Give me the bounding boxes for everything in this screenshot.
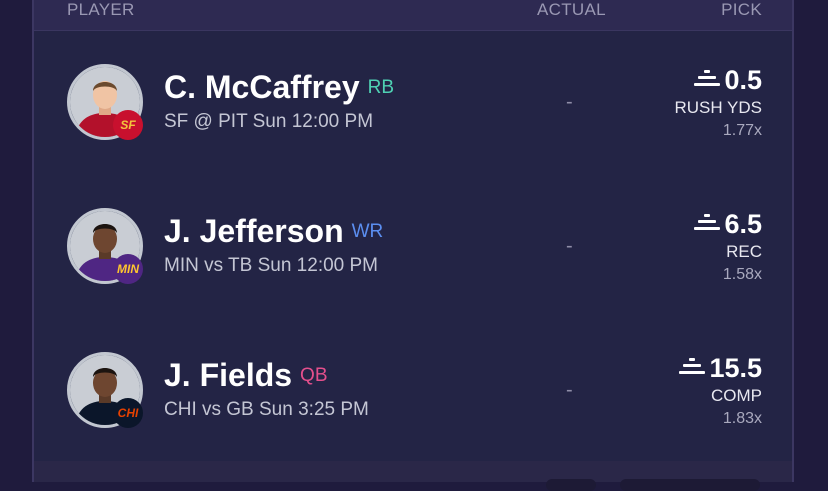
pick-card: PLAYER ACTUAL PICK SF C. McCaffrey RB SF… [32,0,794,491]
pick-column-header: PICK [721,0,762,19]
player-column-header: PLAYER [67,0,135,19]
game-info: MIN vs TB Sun 12:00 PM [164,255,379,276]
player-row[interactable]: SF C. McCaffrey RB SF @ PIT Sun 12:00 PM … [34,31,792,175]
player-row[interactable]: MIN J. Jefferson WR MIN vs TB Sun 12:00 P… [34,175,792,319]
game-info: SF @ PIT Sun 12:00 PM [164,111,374,132]
pick-line-value: 0.5 [724,65,762,95]
footer-control[interactable] [546,479,596,491]
pick-info: 15.5 COMP 1.83x [679,353,762,431]
table-header: PLAYER ACTUAL PICK [34,0,792,31]
equal-line-icon [694,208,721,238]
payout-multiplier: 1.77x [722,121,762,139]
player-name-line: C. McCaffrey RB [164,69,394,106]
pick-line-value: 15.5 [709,353,762,383]
team-logo-badge: CHI [113,398,143,428]
player-avatar: CHI [67,352,147,432]
actual-value: - [566,91,573,113]
player-name: J. Jefferson [164,213,344,249]
stat-type: REC [726,241,762,261]
equal-line-icon [679,352,706,382]
pick-line-value: 6.5 [724,209,762,239]
player-avatar: MIN [67,208,147,288]
position-badge: QB [300,365,328,386]
card-footer [34,461,792,491]
player-name: J. Fields [164,357,293,393]
player-name: C. McCaffrey [164,69,360,105]
footer-button[interactable] [620,479,760,491]
pick-info: 0.5 RUSH YDS 1.77x [674,65,762,143]
actual-value: - [566,379,573,401]
stat-type: COMP [711,385,762,405]
player-name-line: J. Jefferson WR [164,213,383,250]
equal-line-icon [694,64,721,94]
player-list: SF C. McCaffrey RB SF @ PIT Sun 12:00 PM … [34,31,792,461]
actual-column-header: ACTUAL [537,0,606,19]
game-info: CHI vs GB Sun 3:25 PM [164,399,369,420]
player-name-line: J. Fields QB [164,357,328,394]
position-badge: WR [351,221,384,242]
player-row[interactable]: CHI J. Fields QB CHI vs GB Sun 3:25 PM - … [34,319,792,463]
team-logo-badge: SF [113,110,143,140]
team-logo-badge: MIN [113,254,143,284]
player-avatar: SF [67,64,147,144]
pick-info: 6.5 REC 1.58x [694,209,762,287]
payout-multiplier: 1.58x [722,265,762,283]
position-badge: RB [367,77,395,98]
payout-multiplier: 1.83x [722,409,762,427]
actual-value: - [566,235,573,257]
stat-type: RUSH YDS [674,97,762,117]
